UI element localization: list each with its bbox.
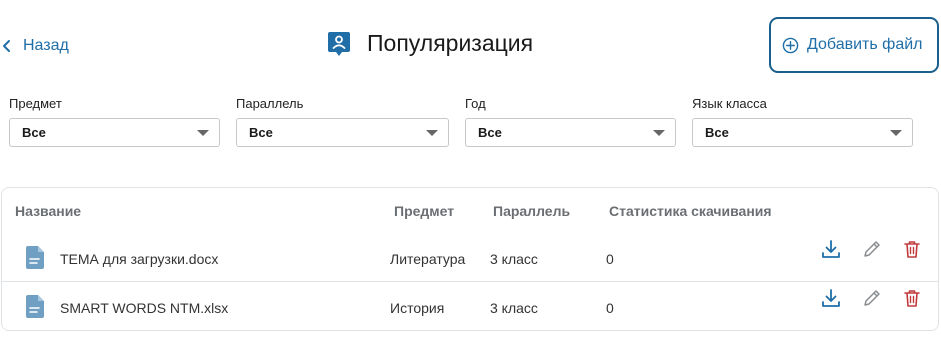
column-header-subject: Предмет (394, 203, 455, 219)
filter-class-language: Язык класса Все (692, 95, 913, 147)
filter-parallel-label: Параллель (236, 96, 304, 111)
plus-circle-icon (782, 37, 799, 53)
filter-parallel: Параллель Все (236, 95, 449, 147)
file-name[interactable]: ТЕМА для загрузки.docx (60, 250, 218, 268)
file-parallel: 3 класс (490, 300, 538, 316)
caret-down-icon (890, 129, 902, 136)
add-file-button[interactable]: Добавить файл (769, 17, 939, 73)
pencil-icon[interactable] (861, 238, 883, 260)
filter-year-select[interactable]: Все (465, 118, 676, 147)
row-divider (2, 281, 938, 282)
caret-down-icon (426, 129, 438, 136)
file-name[interactable]: SMART WORDS NTM.xlsx (60, 299, 228, 317)
filter-subject-value: Все (22, 125, 46, 140)
trash-icon[interactable] (901, 287, 923, 309)
filter-subject: Предмет Все (9, 95, 220, 147)
filter-class-language-label: Язык класса (692, 96, 767, 111)
download-icon[interactable] (820, 287, 842, 309)
column-header-parallel: Параллель (493, 203, 571, 219)
filter-year: Год Все (465, 95, 676, 147)
filter-class-language-value: Все (705, 125, 729, 140)
page-title: Популяризация (367, 30, 534, 56)
column-header-name: Название (15, 203, 82, 219)
file-downloads: 0 (606, 251, 614, 267)
filter-year-value: Все (478, 125, 502, 140)
download-icon[interactable] (820, 238, 842, 260)
back-link[interactable]: Назад (0, 35, 69, 57)
filter-class-language-select[interactable]: Все (692, 118, 913, 147)
file-subject: Литература (390, 251, 466, 267)
filter-subject-select[interactable]: Все (9, 118, 220, 147)
file-downloads: 0 (606, 300, 614, 316)
trash-icon[interactable] (901, 238, 923, 260)
pencil-icon[interactable] (861, 287, 883, 309)
document-icon (26, 295, 44, 318)
page-header: Популяризация (327, 30, 533, 57)
table-row: ТЕМА для загрузки.docx Литература 3 клас… (2, 234, 938, 282)
file-parallel: 3 класс (490, 251, 538, 267)
column-header-downloads: Статистика скачивания (609, 203, 772, 219)
filter-parallel-value: Все (249, 125, 273, 140)
chevron-left-icon (3, 40, 10, 52)
user-badge-icon (328, 31, 350, 56)
table-row: SMART WORDS NTM.xlsx История 3 класс 0 (2, 283, 938, 331)
caret-down-icon (197, 129, 209, 136)
filter-subject-label: Предмет (9, 96, 62, 111)
filter-parallel-select[interactable]: Все (236, 118, 449, 147)
back-label: Назад (23, 37, 69, 54)
add-file-label: Добавить файл (807, 36, 923, 53)
caret-down-icon (653, 129, 665, 136)
document-icon (26, 246, 44, 269)
filter-year-label: Год (465, 96, 486, 111)
file-subject: История (390, 300, 445, 316)
